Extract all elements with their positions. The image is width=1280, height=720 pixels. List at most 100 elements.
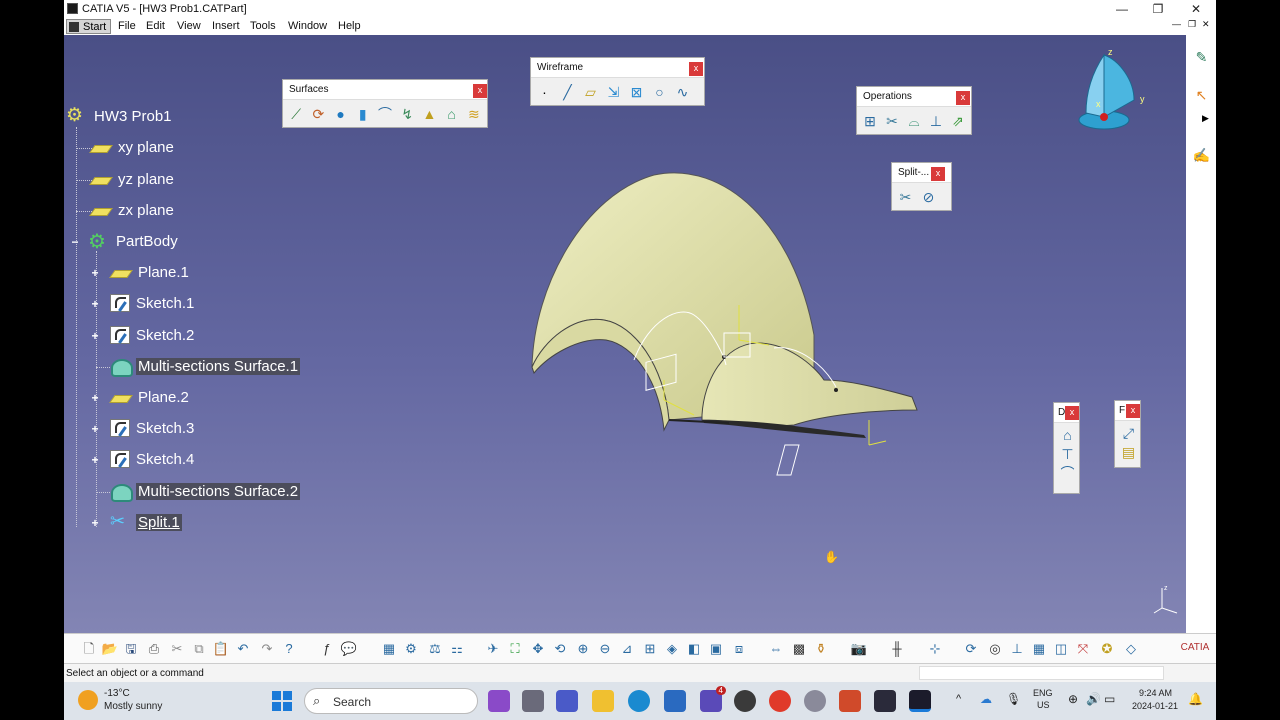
copilot-icon[interactable] <box>488 690 510 712</box>
menu-tools[interactable]: Tools <box>250 20 276 32</box>
annotation-icon[interactable]: ✍ <box>1192 145 1211 164</box>
split-trim-icon[interactable]: ✂ <box>883 111 901 130</box>
clock-time[interactable]: 9:24 AM <box>1139 688 1172 698</box>
menu-insert[interactable]: Insert <box>212 20 240 32</box>
tree-item-xy-plane[interactable]: xy plane <box>90 136 176 158</box>
operations-toolbar-title[interactable]: Operations <box>857 87 971 107</box>
collapse-partbody-toggle[interactable]: − <box>70 236 80 248</box>
chevron-up-icon[interactable]: ^ <box>956 693 961 705</box>
pan-icon[interactable]: ✥ <box>529 639 547 657</box>
render-icon[interactable]: ✪ <box>1098 639 1116 657</box>
blend-icon[interactable]: ≋ <box>465 104 483 123</box>
close-button[interactable]: ✕ <box>1178 0 1214 18</box>
normal-view-icon[interactable]: ⊿ <box>618 639 636 657</box>
line-icon[interactable]: ╱ <box>558 82 577 101</box>
file-explorer-icon[interactable] <box>592 690 614 712</box>
tree-item-plane-1[interactable]: Plane.1 <box>110 261 191 283</box>
knowledge-icon[interactable]: 💬 <box>340 639 358 657</box>
constraint-icon[interactable]: ▩ <box>790 639 808 657</box>
update-icon[interactable]: ⇔ <box>767 639 785 657</box>
chrome-icon[interactable] <box>769 690 791 712</box>
close-icon[interactable]: x <box>956 91 970 105</box>
network-icon[interactable]: ⊕ <box>1068 692 1078 706</box>
axis-system-icon[interactable]: ⤢ <box>1119 423 1138 442</box>
work-on-support-icon[interactable]: ▤ <box>1119 442 1138 461</box>
plane-icon[interactable]: ▱ <box>581 82 600 101</box>
tree-item-sketch-1[interactable]: Sketch.1 <box>110 292 196 314</box>
tree-icon[interactable]: ⚙ <box>402 639 420 657</box>
3d-viewport[interactable]: HW3 Prob1 xy plane yz plane zx plane − P… <box>64 35 1216 633</box>
refresh-icon[interactable]: ⟳ <box>962 639 980 657</box>
hide-show-icon[interactable]: ▣ <box>707 639 725 657</box>
capture-icon[interactable]: 📷 <box>850 639 868 657</box>
compass-reset-icon[interactable]: ⤧ <box>1074 639 1092 657</box>
zoom-in-icon[interactable]: ⊕ <box>574 639 592 657</box>
copy-icon[interactable]: ⧉ <box>190 639 208 657</box>
tree-item-sketch-4[interactable]: Sketch.4 <box>110 448 196 470</box>
tree-item-multi-sections-surface-1[interactable]: Multi-sections Surface.1 <box>110 355 301 377</box>
notification-bell-icon[interactable]: 🔔 <box>1188 692 1203 706</box>
tree-root[interactable]: HW3 Prob1 <box>66 104 174 127</box>
grid-view-icon[interactable]: ▦ <box>1030 639 1048 657</box>
doc-close-button[interactable]: ✕ <box>1202 19 1210 30</box>
onedrive-icon[interactable]: ☁ <box>980 692 992 706</box>
language-indicator[interactable]: ENG <box>1033 688 1053 698</box>
app-icon[interactable] <box>804 690 826 712</box>
doc-minimize-button[interactable]: — <box>1172 19 1181 29</box>
save-icon[interactable]: 🖫 <box>122 639 140 657</box>
intersection-icon[interactable]: ⊠ <box>627 82 646 101</box>
chevron-right-icon[interactable]: ▶ <box>1196 109 1215 128</box>
fit-all-icon[interactable]: ⛶ <box>506 639 524 657</box>
tree-item-sketch-3[interactable]: Sketch.3 <box>110 417 196 439</box>
cylinder-icon[interactable]: ▮ <box>354 104 372 123</box>
close-icon[interactable]: x <box>1065 406 1079 420</box>
region-indicator[interactable]: US <box>1037 700 1050 710</box>
expand-toggle[interactable]: + <box>90 517 100 529</box>
rotate-icon[interactable]: ⟲ <box>551 639 569 657</box>
microphone-icon[interactable]: 🎙 <box>1006 692 1021 706</box>
sphere-icon[interactable]: ● <box>331 104 349 123</box>
new-file-icon[interactable]: 🗋 <box>80 639 98 657</box>
fill-icon[interactable]: ▲ <box>420 104 438 123</box>
snap-icon[interactable]: ⊹ <box>926 639 944 657</box>
iso-view-icon[interactable]: ◈ <box>663 639 681 657</box>
expand-toggle[interactable]: + <box>90 392 100 404</box>
redo-icon[interactable]: ↷ <box>258 639 276 657</box>
edge-icon[interactable] <box>628 690 650 712</box>
measure-icon[interactable]: ⚖ <box>426 639 444 657</box>
app-icon[interactable] <box>734 690 756 712</box>
menu-edit[interactable]: Edit <box>146 20 165 32</box>
tree-item-partbody[interactable]: PartBody <box>88 229 180 254</box>
3d-surface-model[interactable] <box>524 165 924 485</box>
cube-icon[interactable]: ◫ <box>1052 639 1070 657</box>
tree-item-multi-sections-surface-2[interactable]: Multi-sections Surface.2 <box>110 480 301 502</box>
tree-item-split-1[interactable]: Split.1 <box>110 511 182 533</box>
sketcher-icon[interactable]: ✎ <box>1192 47 1211 66</box>
fillet-icon[interactable]: ⊥ <box>927 111 945 130</box>
catia-taskbar-icon[interactable] <box>909 690 931 712</box>
doc-restore-button[interactable]: ❐ <box>1188 19 1196 30</box>
close-icon[interactable]: x <box>931 167 945 181</box>
spline-icon[interactable]: ∿ <box>673 82 692 101</box>
close-icon[interactable]: x <box>1126 404 1140 418</box>
expand-toggle[interactable]: + <box>90 267 100 279</box>
shading-icon[interactable]: ◧ <box>685 639 703 657</box>
circle-icon[interactable]: ○ <box>650 82 669 101</box>
axis-icon[interactable]: ⊥ <box>1008 639 1026 657</box>
catalog-icon[interactable]: ⚏ <box>448 639 466 657</box>
windows-start-button[interactable] <box>272 691 292 711</box>
cut-icon[interactable]: ✂ <box>168 639 186 657</box>
battery-icon[interactable]: ▭ <box>1104 692 1115 706</box>
expand-toggle[interactable]: + <box>90 423 100 435</box>
open-icon[interactable]: 📂 <box>101 639 119 657</box>
menu-window[interactable]: Window <box>288 20 327 32</box>
material-icon[interactable]: ◇ <box>1122 639 1140 657</box>
expand-toggle[interactable]: + <box>90 454 100 466</box>
print-icon[interactable]: ⎙ <box>145 639 163 657</box>
terminal-icon[interactable] <box>874 690 896 712</box>
scan-icon[interactable]: ⚱ <box>812 639 830 657</box>
maximize-button[interactable]: ❐ <box>1140 0 1176 18</box>
clock-date[interactable]: 2024-01-21 <box>1132 701 1178 711</box>
select-icon[interactable]: ↖ <box>1192 85 1211 104</box>
tree-item-yz-plane[interactable]: yz plane <box>90 168 176 190</box>
